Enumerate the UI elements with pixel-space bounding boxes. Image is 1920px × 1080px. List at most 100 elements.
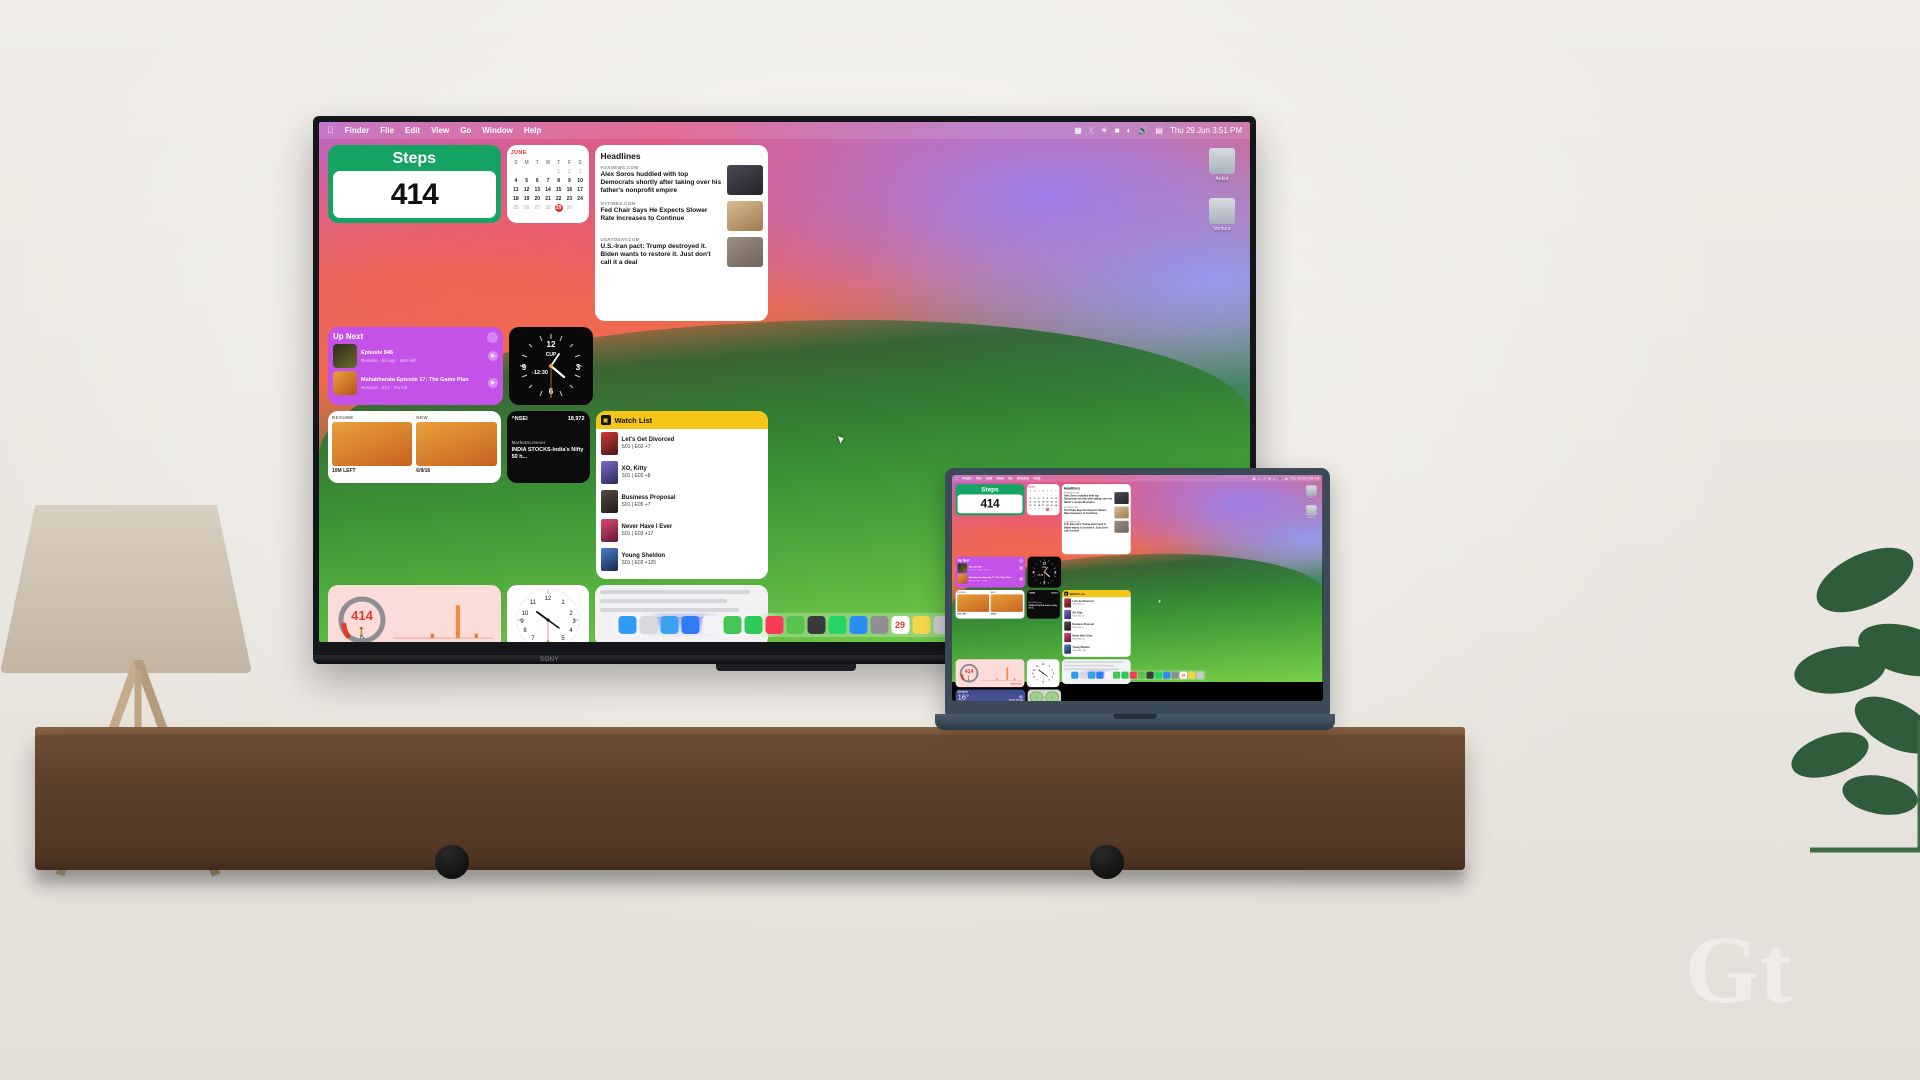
menu-bar-status[interactable]: ▦ ᚷ ☀ ■ ◐ 🔊 ▤ Thu 29 Jun 3:51 PM: [1253, 477, 1320, 481]
widget-calendar[interactable]: JUNE S M T W T F S 1 2 3 4 5 6 7 8 9 10 11 12 13 14 15 16 17 18 1…: [506, 145, 590, 223]
screen-mirroring-icon[interactable]: ▦: [1074, 126, 1082, 135]
play-icon[interactable]: ▶: [1019, 576, 1024, 581]
dock-item-mail[interactable]: [681, 616, 699, 634]
macbook-screen[interactable]:  Finder File Edit View Go Window Help ▦…: [952, 475, 1323, 701]
dock-item-facetime[interactable]: [744, 616, 762, 634]
menu-item-finder[interactable]: Finder: [345, 126, 369, 135]
calendar-day-1[interactable]: 1: [553, 168, 564, 176]
calendar-day-30[interactable]: 30: [564, 204, 575, 212]
calendar-day-19[interactable]: 19: [521, 195, 532, 203]
dock-item-maps[interactable]: [1137, 671, 1146, 679]
screen-mirroring-icon[interactable]: ▦: [1253, 477, 1256, 481]
wifi-icon[interactable]: ◐: [1273, 477, 1275, 481]
calendar-day-14[interactable]: 14: [543, 186, 554, 194]
macbook-mirrored-desktop[interactable]:  Finder File Edit View Go Window Help ▦…: [952, 475, 1323, 701]
menu-item-go[interactable]: Go: [460, 126, 471, 135]
news-item[interactable]: FOXNEWS.COM Alex Soros huddled with top …: [1064, 492, 1129, 505]
watch-list-item[interactable]: Let's Get Divorced S01 | E02 +7: [1062, 597, 1131, 609]
menu-item-window[interactable]: Window: [1017, 477, 1029, 481]
widget-fitness[interactable]: 414 🚶 JUN 29, 2023: [955, 659, 1025, 688]
calendar-day-22[interactable]: 22: [553, 195, 564, 203]
widget-analog-clock[interactable]: 12 1 2 3 4 5 6 7 8 9 10 11: [506, 585, 590, 642]
mirrored-desktop[interactable]:  Finder File Edit View Go Window Help ▦…: [952, 475, 1323, 701]
dock[interactable]: 29: [613, 613, 956, 637]
watch-list-item[interactable]: XO, Kitty S01 | E02 +8: [596, 458, 768, 487]
menu-item-view[interactable]: View: [431, 126, 449, 135]
widget-news[interactable]: Headlines FOXNEWS.COM Alex Soros huddled…: [595, 145, 768, 321]
dock-item-calculator[interactable]: [1146, 671, 1154, 679]
calendar-day-24[interactable]: 24: [575, 195, 586, 203]
calendar-day-13[interactable]: 13: [532, 186, 543, 194]
podcast-item[interactable]: Mahabharata Episode 17: The Game Plan Re…: [957, 574, 1024, 584]
dock-item-finder[interactable]: [1071, 671, 1079, 679]
calendar-day-26[interactable]: 26: [521, 204, 532, 212]
widget-weather[interactable]: Scranton 16° 🌤 Partly Cloudy H:27° L:15°…: [955, 689, 1026, 701]
menu-item-file[interactable]: File: [380, 126, 394, 135]
bluetooth-icon[interactable]: ᚷ: [1089, 126, 1094, 135]
calendar-day-7[interactable]: 7: [543, 177, 554, 185]
calendar-day-11[interactable]: 11: [511, 186, 522, 194]
battery-icon[interactable]: ■: [1269, 477, 1271, 481]
dock-item-calendar[interactable]: 29: [891, 616, 909, 634]
menu-bar-clock[interactable]: Thu 29 Jun 3:51 PM: [1170, 126, 1242, 135]
dock-item-finder[interactable]: [618, 616, 636, 634]
control-center-icon[interactable]: ▤: [1285, 477, 1288, 481]
watch-list-item[interactable]: Never Have I Ever S01 | E03 +17: [596, 516, 768, 545]
calendar-day-16[interactable]: 16: [564, 186, 575, 194]
volume-icon[interactable]: 🔊: [1138, 126, 1148, 135]
menu-item-window[interactable]: Window: [482, 126, 513, 135]
watch-list-item[interactable]: Business Proposal S01 | E05 +7: [596, 487, 768, 516]
menu-item-edit[interactable]: Edit: [405, 126, 420, 135]
dock-item-notes[interactable]: [1188, 671, 1196, 679]
calendar-day-27[interactable]: 27: [532, 204, 543, 212]
apple-menu-icon[interactable]: : [955, 476, 958, 481]
widget-podcasts[interactable]: Up Next Episode 846 Resume · 5d Ago · 58…: [955, 556, 1026, 588]
calendar-grid[interactable]: S M T W T F S 1 2 3 4 5 6 7 8 9 10 11 12 13 14 15 16 17 18 19 20 21…: [1028, 490, 1058, 511]
tv-column[interactable]: NEW 6/9/16: [990, 592, 1023, 617]
menu-item-view[interactable]: View: [997, 477, 1004, 481]
calendar-grid[interactable]: S M T W T F S 1 2 3 4 5 6 7 8 9 10 11 12 13 14 15 16 17 18 19 20 21…: [511, 159, 586, 212]
news-item[interactable]: USATODAY.COM U.S.-Iran pact: Trump destr…: [1064, 520, 1129, 533]
dock-item-maps[interactable]: [786, 616, 804, 634]
battery-icon[interactable]: ■: [1115, 126, 1120, 135]
menu-item-go[interactable]: Go: [1008, 477, 1012, 481]
dock-item-facetime[interactable]: [1121, 671, 1129, 679]
dock-item-whatsapp[interactable]: [828, 616, 846, 634]
dock-item-safari[interactable]: [1087, 671, 1095, 679]
dock-item-safari[interactable]: [660, 616, 678, 634]
news-item[interactable]: NYTIMES.COM Fed Chair Says He Expects Sl…: [1064, 506, 1129, 519]
widget-watch-list[interactable]: ▣ Watch List Let's Get Divorced S01 | E0…: [1062, 590, 1131, 657]
calendar-day-29[interactable]: 29: [554, 204, 563, 212]
play-icon[interactable]: ▶: [1019, 566, 1024, 571]
calendar-day-23[interactable]: 23: [564, 195, 575, 203]
menu-item-finder[interactable]: Finder: [962, 477, 972, 481]
calendar-day-3[interactable]: 3: [575, 168, 586, 176]
dock-item-calculator[interactable]: [807, 616, 825, 634]
calendar-day-6[interactable]: 6: [532, 177, 543, 185]
watch-list-item[interactable]: Let's Get Divorced S01 | E02 +7: [596, 429, 768, 458]
watch-list-item[interactable]: XO, Kitty S01 | E02 +8: [1062, 609, 1131, 621]
play-icon[interactable]: ▶: [488, 351, 498, 361]
watch-list-item[interactable]: Young Sheldon S01 | E02 +125: [596, 545, 768, 574]
dock-item-whatsapp[interactable]: [1154, 671, 1162, 679]
dock-item-app-store[interactable]: [1162, 671, 1171, 679]
home-accessory-bluetooth-2[interactable]: ᚷ: [1045, 691, 1060, 701]
dock-item-messages[interactable]: [1112, 671, 1120, 679]
dock-item-calendar[interactable]: 29: [1179, 671, 1187, 679]
calendar-day-28[interactable]: 28: [1041, 508, 1045, 511]
widget-stack[interactable]: Steps 414 JUNE S M T W T F S 1 2 3 4 5 6 7 8 9 10 11 12 13 1…: [955, 484, 1131, 701]
widget-tv-app[interactable]: RESUME 10M LEFT NEW 6/9/16: [328, 411, 501, 483]
dock-item-music[interactable]: [765, 616, 783, 634]
widget-podcasts[interactable]: Up Next Episode 846 Resume · 5d Ago · 58…: [328, 327, 503, 405]
widget-news[interactable]: Headlines FOXNEWS.COM Alex Soros huddled…: [1062, 484, 1131, 555]
dock-item-photos[interactable]: [1104, 671, 1112, 679]
menu-bar[interactable]:  Finder File Edit View Go Window Help ▦…: [319, 122, 1250, 139]
calendar-day-8[interactable]: 8: [553, 177, 564, 185]
watch-list-item[interactable]: Young Sheldon S01 | E02 +125: [1062, 643, 1131, 655]
widget-calendar[interactable]: JUNE S M T W T F S 1 2 3 4 5 6 7 8 9 10 11 12 13 14 15 16 17 18 1…: [1026, 484, 1060, 516]
widget-stack[interactable]: Steps 414 JUNE S M T W T F S 1 2 3 4 5 6 7 8 9 10 11 12 13 1…: [328, 145, 768, 642]
menu-item-help[interactable]: Help: [524, 126, 541, 135]
desktop-icon-ankur[interactable]: Ankur: [1305, 485, 1319, 499]
dock-item-photos[interactable]: [702, 616, 720, 634]
watch-list-item[interactable]: Never Have I Ever S01 | E03 +17: [1062, 632, 1131, 644]
